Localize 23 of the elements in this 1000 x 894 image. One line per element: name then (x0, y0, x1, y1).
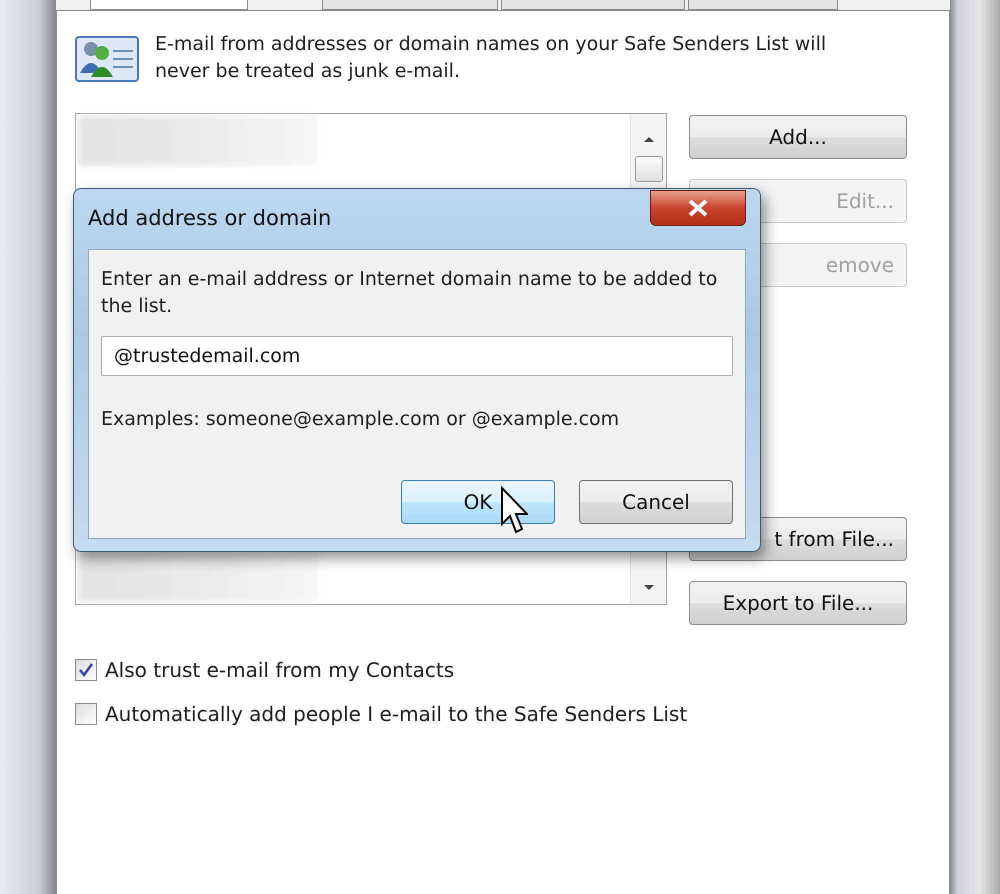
dialog-title: Add address or domain (88, 205, 332, 232)
description-text: E-mail from addresses or domain names on your Safe Senders List will never be treated as junk e-mail. (155, 32, 828, 84)
tab[interactable] (501, 0, 685, 10)
checkbox[interactable] (75, 703, 97, 725)
close-icon (687, 199, 709, 217)
dialog-button[interactable]: OK (401, 480, 555, 524)
scroll-up-icon[interactable] (642, 134, 656, 144)
side-button[interactable]: Add... (689, 115, 907, 159)
contacts-card-icon (75, 33, 139, 83)
scroll-thumb[interactable] (634, 156, 662, 182)
tab[interactable] (90, 0, 248, 10)
address-input[interactable]: @trustedemail.com (101, 336, 733, 376)
checkbox[interactable] (75, 659, 97, 681)
side-button[interactable]: Export to File... (689, 581, 907, 625)
scroll-down-icon[interactable] (642, 582, 656, 592)
checkbox-label: Also trust e-mail from my Contacts (105, 657, 454, 684)
examples-text: Examples: someone@example.com or @example.com (101, 407, 620, 432)
checkbox-label: Automatically add people I e-mail to the Safe Senders List (105, 701, 688, 728)
tab[interactable] (688, 0, 838, 10)
mouse-cursor-icon (500, 486, 528, 536)
dialog-button[interactable]: Cancel (579, 480, 733, 524)
tab[interactable] (322, 0, 498, 10)
close-button[interactable] (650, 190, 746, 226)
